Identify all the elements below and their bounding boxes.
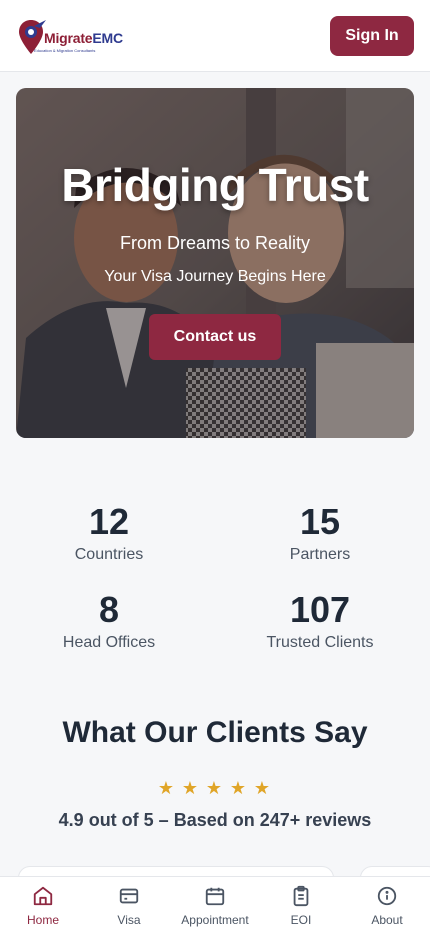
clipboard-icon (293, 885, 309, 907)
nav-label: About (371, 913, 403, 927)
rating-summary: 4.9 out of 5 – Based on 247+ reviews (58, 810, 372, 830)
star-icon: ★ (181, 778, 199, 798)
nav-label: Appointment (181, 913, 249, 927)
hero-banner: Bridging Trust From Dreams to Reality Yo… (16, 88, 414, 438)
star-icon: ★ (229, 778, 247, 798)
rating-stars: ★ ★ ★ ★ ★ (156, 778, 276, 798)
stat-label: Trusted Clients (266, 634, 374, 651)
stat-partners: 15 Partners (220, 502, 420, 564)
card-icon (119, 888, 139, 904)
star-icon: ★ (253, 778, 271, 798)
stat-label: Head Offices (62, 634, 156, 651)
info-icon (377, 886, 397, 906)
stat-trusted-clients: 107 Trusted Clients (220, 590, 420, 652)
nav-appointment[interactable]: Appointment (172, 885, 258, 927)
stat-value: 15 (299, 501, 341, 542)
nav-label: EOI (290, 913, 312, 927)
star-icon: ★ (205, 778, 223, 798)
nav-label: Visa (117, 913, 141, 927)
sign-in-button[interactable]: Sign In (330, 16, 414, 56)
stat-value: 107 (289, 589, 351, 630)
bottom-navigation: Home Visa Appointment EOI About (0, 876, 430, 932)
star-icon: ★ (157, 778, 175, 798)
calendar-icon (205, 887, 225, 906)
hero-overlay (16, 88, 414, 438)
nav-eoi[interactable]: EOI (258, 885, 344, 927)
hero-tagline: Your Visa Journey Begins Here (104, 268, 326, 285)
nav-about[interactable]: About (344, 885, 430, 927)
stat-value: 8 (98, 589, 120, 630)
stat-countries: 12 Countries (9, 502, 209, 564)
logo-tagline: Education & Migration Consultants (34, 48, 96, 53)
nav-visa[interactable]: Visa (86, 885, 172, 927)
logo-text: MigrateEMC (44, 30, 123, 46)
home-icon (33, 886, 53, 906)
contact-us-button[interactable]: Contact us (149, 314, 281, 360)
nav-home[interactable]: Home (0, 885, 86, 927)
stat-head-offices: 8 Head Offices (9, 590, 209, 652)
stat-label: Partners (289, 546, 351, 563)
testimonials-title: What Our Clients Say (62, 716, 368, 749)
stat-label: Countries (74, 546, 144, 563)
nav-label: Home (26, 913, 59, 927)
logo[interactable]: MigrateEMC Education & Migration Consult… (18, 18, 128, 58)
hero-subtitle: From Dreams to Reality (119, 233, 311, 253)
top-bar: MigrateEMC Education & Migration Consult… (0, 0, 430, 72)
hero-title: Bridging Trust (61, 159, 369, 211)
stat-value: 12 (88, 501, 130, 542)
